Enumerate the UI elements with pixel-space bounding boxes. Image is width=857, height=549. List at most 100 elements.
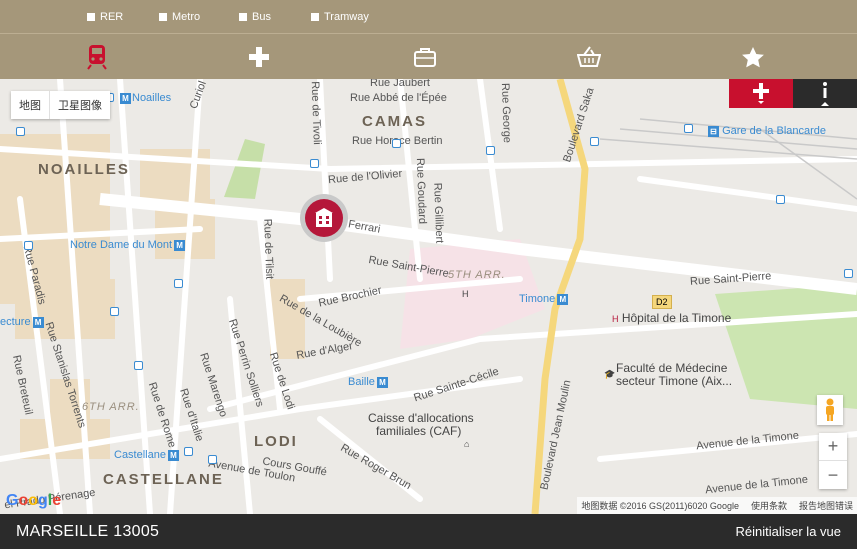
- label-5th-arr: 5TH ARR.: [448, 269, 506, 281]
- transit-label: ecture: [0, 316, 31, 328]
- metro-notre-dame[interactable]: Notre Dame du Mont M: [70, 239, 186, 251]
- terms-link[interactable]: 使用条款: [751, 499, 787, 512]
- metro-icon: M: [376, 376, 388, 388]
- label-6th-arr: 6TH ARR.: [82, 401, 140, 413]
- metro-icon: M: [32, 316, 44, 328]
- bus-stop-icon[interactable]: [776, 195, 785, 204]
- map-type-toggle: 地图 卫星图像: [11, 91, 110, 119]
- metro-prefecture[interactable]: ecture M: [0, 316, 44, 328]
- map-type-satellite[interactable]: 卫星图像: [49, 91, 110, 119]
- street-label: Rue de Tilsit: [261, 218, 276, 280]
- poi-label: familiales (CAF): [376, 424, 462, 438]
- street-view-pegman[interactable]: [817, 395, 843, 425]
- bus-stop-icon[interactable]: [16, 127, 25, 136]
- poi-caf[interactable]: Caisse d'allocations: [368, 411, 474, 425]
- transit-label: Gare de la Blancarde: [722, 125, 827, 137]
- category-favorites[interactable]: [738, 42, 768, 72]
- checkbox-icon: [311, 13, 319, 21]
- metro-icon: M: [174, 239, 186, 251]
- bus-stop-icon[interactable]: [110, 307, 119, 316]
- bus-stop-icon[interactable]: [486, 146, 495, 155]
- filter-label: RER: [100, 11, 124, 23]
- train-icon: [87, 45, 107, 70]
- metro-timone[interactable]: Timone M: [519, 293, 569, 305]
- zoom-control: + −: [819, 433, 847, 489]
- app: RER Metro Bus Tramway NOAILLES CAMAS LOD…: [0, 0, 857, 549]
- bus-stop-icon[interactable]: [844, 269, 853, 278]
- poi-label: Caisse d'allocations: [368, 411, 474, 425]
- poi-label: secteur Timone (Aix...: [616, 374, 733, 388]
- bus-stop-icon[interactable]: [24, 241, 33, 250]
- poi-caf-line2: familiales (CAF): [376, 424, 461, 438]
- building-icon: ⌂: [464, 439, 470, 449]
- location-title: MARSEILLE 13005: [16, 522, 160, 540]
- bus-stop-icon[interactable]: [590, 137, 599, 146]
- transit-label: Notre Dame du Mont: [70, 239, 173, 251]
- metro-icon: M: [120, 93, 131, 104]
- filter-rer[interactable]: RER: [87, 11, 123, 23]
- report-error-link[interactable]: 报告地图错误: [799, 499, 853, 512]
- location-marker[interactable]: [300, 194, 348, 242]
- label-lodi: LODI: [254, 433, 298, 450]
- metro-icon: M: [557, 293, 569, 305]
- street-label: Rue Gillibert: [431, 182, 446, 244]
- transit-label: Noailles: [132, 92, 172, 104]
- google-logo: Google: [6, 492, 62, 509]
- map-attribution: 地图数据 ©2016 GS(2011)6020 Google 使用条款 报告地图…: [577, 497, 857, 514]
- metro-noailles[interactable]: Noailles: [132, 92, 171, 104]
- filter-label: Bus: [252, 11, 271, 23]
- bus-stop-icon[interactable]: [310, 159, 319, 168]
- street-label: Rue Jaubert: [370, 79, 430, 89]
- building-icon: [315, 208, 333, 227]
- transit-label: Castellane: [114, 449, 166, 461]
- bus-stop-icon[interactable]: [684, 124, 693, 133]
- pegman-icon: [826, 398, 834, 421]
- bus-stop-icon[interactable]: [208, 455, 217, 464]
- metro-baille[interactable]: Baille M: [348, 376, 388, 388]
- metro-icon: M: [167, 449, 179, 461]
- filter-bus[interactable]: Bus: [239, 11, 271, 23]
- filter-label: Tramway: [324, 11, 369, 23]
- map-type-roadmap[interactable]: 地图: [11, 91, 49, 119]
- reset-view-button[interactable]: Réinitialiser la vue: [736, 524, 842, 539]
- plus-icon: [753, 82, 769, 104]
- zoom-out-button[interactable]: −: [819, 461, 847, 489]
- bus-stop-icon[interactable]: [392, 139, 401, 148]
- filter-metro[interactable]: Metro: [159, 11, 200, 23]
- bus-stop-icon[interactable]: [134, 361, 143, 370]
- label-noailles: NOAILLES: [38, 161, 130, 178]
- category-transport[interactable]: [82, 42, 112, 72]
- filter-label: Metro: [172, 11, 201, 23]
- filter-tramway[interactable]: Tramway: [311, 11, 369, 23]
- marker-inner: [305, 199, 343, 237]
- briefcase-icon: [414, 48, 436, 67]
- metro-castellane[interactable]: Castellane M: [114, 449, 179, 461]
- bus-stop-icon[interactable]: [174, 279, 183, 288]
- label-camas: CAMAS: [362, 113, 427, 130]
- attribution-data: 地图数据 ©2016 GS(2011)6020 Google: [581, 501, 739, 511]
- station-blancarde[interactable]: ⊟ Gare de la Blancarde: [706, 125, 826, 137]
- transit-label: Timone: [519, 293, 556, 305]
- poi-hopital[interactable]: H Hôpital de la Timone: [612, 311, 731, 325]
- transport-filter-bar: RER Metro Bus Tramway: [0, 0, 857, 33]
- street-label: Rue Goudard: [413, 157, 429, 225]
- category-business[interactable]: [410, 42, 440, 72]
- info-button[interactable]: [793, 79, 857, 108]
- category-health[interactable]: [244, 42, 274, 72]
- info-icon: [821, 81, 829, 106]
- hospital-icon: H: [612, 314, 619, 324]
- label-castellane: CASTELLANE: [103, 471, 224, 488]
- poi-faculte[interactable]: Faculté de Médecine: [616, 361, 727, 375]
- add-button[interactable]: [729, 79, 793, 108]
- hospital-icon: H: [462, 289, 469, 299]
- footer-bar: MARSEILLE 13005 Réinitialiser la vue: [0, 514, 857, 549]
- zoom-in-button[interactable]: +: [819, 433, 847, 461]
- map-canvas[interactable]: NOAILLES CAMAS LODI CASTELLANE 5TH ARR. …: [0, 79, 857, 514]
- train-station-icon: ⊟: [708, 125, 719, 137]
- category-bar: [0, 33, 857, 79]
- checkbox-icon: [159, 13, 167, 21]
- category-shopping[interactable]: [574, 42, 604, 72]
- checkbox-icon: [239, 13, 247, 21]
- checkbox-icon: [87, 13, 95, 21]
- bus-stop-icon[interactable]: [184, 447, 193, 456]
